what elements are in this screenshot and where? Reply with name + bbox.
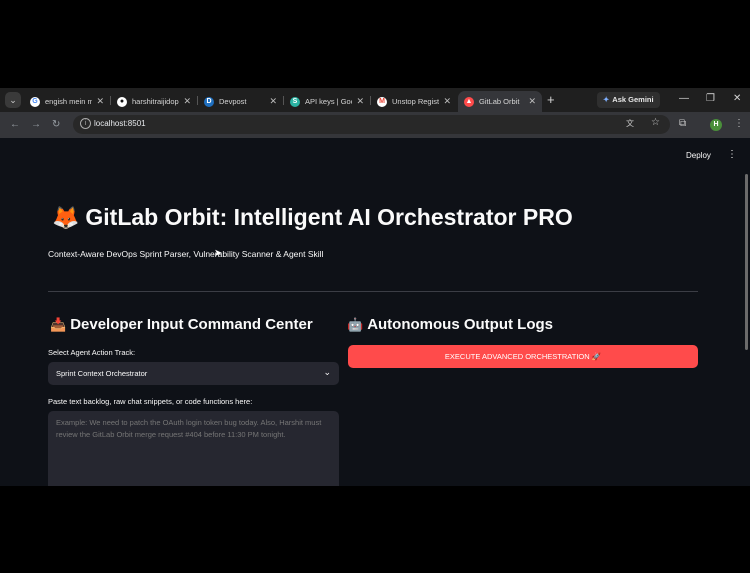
close-icon[interactable]: ✕: [356, 96, 364, 107]
api-keys-icon: S: [290, 96, 300, 107]
close-icon[interactable]: ✕: [528, 96, 536, 107]
action-track-select[interactable]: Sprint Context Orchestrator ⌄: [48, 362, 339, 385]
tab-strip: ⌄ G engish mein m ✕ ● harshitraijidop ✕ …: [0, 88, 750, 112]
input-section-heading: 📥 Developer Input Command Center: [50, 316, 313, 333]
execute-orchestration-button[interactable]: EXECUTE ADVANCED ORCHESTRATION 🚀: [348, 345, 698, 368]
chevron-down-icon: ⌄: [323, 367, 331, 377]
close-icon[interactable]: ✕: [269, 96, 277, 107]
site-info-icon[interactable]: i: [80, 118, 91, 129]
forward-icon[interactable]: →: [31, 118, 41, 131]
reload-icon[interactable]: ↻: [52, 118, 60, 131]
inbox-tray-icon: 📥: [50, 317, 67, 332]
google-icon: G: [30, 96, 40, 107]
gemini-spark-icon: ✦: [603, 95, 610, 104]
output-section-heading: 🤖 Autonomous Output Logs: [347, 316, 553, 333]
new-tab-icon[interactable]: +: [547, 92, 555, 107]
app-page: Deploy ⋮ 🦊 GitLab Orbit: Intelligent AI O…: [0, 138, 750, 486]
tab-google[interactable]: G engish mein m ✕: [24, 91, 110, 112]
address-bar: ← → ↻ i localhost:8501 文 ☆ ⧉ H ⋮: [0, 112, 750, 138]
extensions-icon[interactable]: ⧉: [679, 118, 686, 129]
ask-gemini-button[interactable]: ✦ Ask Gemini: [597, 92, 660, 108]
page-subtitle: Context-Aware DevOps Sprint Parser, Vuln…: [48, 249, 324, 259]
tab-search-icon[interactable]: ⌄: [5, 92, 21, 108]
browser-window: ⌄ G engish mein m ✕ ● harshitraijidop ✕ …: [0, 88, 750, 486]
close-icon[interactable]: ✕: [96, 96, 104, 107]
browser-menu-icon[interactable]: ⋮: [734, 118, 744, 129]
fox-icon: 🦊: [52, 205, 80, 230]
url-text[interactable]: localhost:8501: [94, 119, 146, 128]
app-menu-icon[interactable]: ⋮: [727, 149, 737, 160]
back-icon[interactable]: ←: [10, 118, 20, 131]
page-scrollbar[interactable]: [745, 174, 748, 350]
select-label: Select Agent Action Track:: [48, 348, 136, 357]
translate-icon[interactable]: 文: [626, 118, 634, 129]
restore-icon[interactable]: ❐: [706, 91, 715, 107]
gmail-icon: M: [377, 96, 387, 107]
tab-devpost[interactable]: D Devpost ✕: [198, 91, 283, 112]
backlog-textarea[interactable]: [48, 411, 339, 486]
devpost-icon: D: [204, 96, 214, 107]
mouse-cursor-icon: ➤: [214, 248, 223, 259]
github-icon: ●: [117, 96, 127, 107]
close-icon[interactable]: ✕: [183, 96, 191, 107]
tab-github[interactable]: ● harshitraijidop ✕: [111, 91, 197, 112]
robot-icon: 🤖: [347, 317, 364, 332]
close-icon[interactable]: ✕: [443, 96, 451, 107]
omnibox[interactable]: i localhost:8501 文 ☆: [73, 115, 670, 134]
tab-gitlab-orbit[interactable]: ▲ GitLab Orbit ✕: [458, 91, 542, 112]
tab-api-keys[interactable]: S API keys | Goo ✕: [284, 91, 370, 112]
divider: [48, 291, 698, 292]
tab-unstop[interactable]: M Unstop Registr ✕: [371, 91, 457, 112]
bookmark-star-icon[interactable]: ☆: [651, 117, 660, 128]
avatar[interactable]: H: [710, 119, 722, 131]
minimize-icon[interactable]: —: [679, 91, 689, 107]
textarea-label: Paste text backlog, raw chat snippets, o…: [48, 397, 253, 406]
streamlit-icon: ▲: [464, 96, 474, 107]
window-close-icon[interactable]: ✕: [733, 91, 741, 107]
page-title: 🦊 GitLab Orbit: Intelligent AI Orchestrat…: [52, 204, 573, 230]
deploy-button[interactable]: Deploy: [686, 151, 711, 160]
screen: ⌄ G engish mein m ✕ ● harshitraijidop ✕ …: [0, 0, 750, 573]
